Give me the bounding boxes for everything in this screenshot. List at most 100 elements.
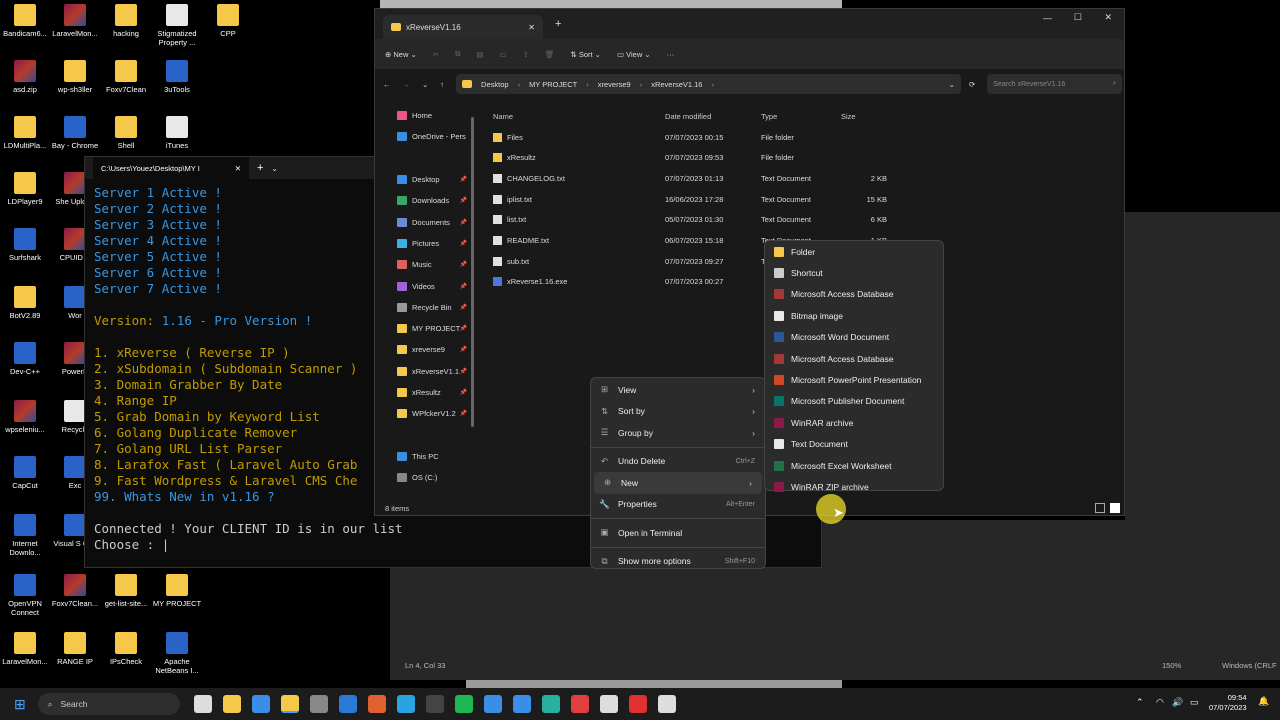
context-menu-item[interactable]: 🔧 Properties Alt+Enter: [591, 494, 765, 516]
new-submenu-item[interactable]: Microsoft PowerPoint Presentation: [765, 369, 943, 390]
nav-item[interactable]: OS (C:): [375, 467, 475, 488]
desktop-icon[interactable]: Shell: [101, 116, 151, 150]
new-submenu-item[interactable]: Text Document: [765, 434, 943, 455]
context-menu-item[interactable]: ⊞ View ›: [591, 379, 765, 401]
desktop-icon[interactable]: MY PROJECT: [152, 574, 202, 608]
todo-icon[interactable]: [512, 695, 531, 713]
new-submenu-item[interactable]: Microsoft Access Database: [765, 348, 943, 369]
back-icon[interactable]: ←: [383, 80, 391, 89]
desktop-icon[interactable]: hacking: [101, 4, 151, 38]
nav-item[interactable]: xReverseV1.1 📌: [375, 361, 475, 382]
new-tab-icon[interactable]: +: [257, 162, 263, 174]
view-button[interactable]: ▭ View ⌄: [617, 50, 651, 59]
new-submenu-item[interactable]: Folder: [765, 241, 943, 262]
task-view-icon[interactable]: [193, 695, 212, 713]
close-window-icon[interactable]: ✕: [1104, 12, 1112, 23]
vscode-icon[interactable]: [338, 695, 357, 713]
new-submenu-item[interactable]: WinRAR archive: [765, 412, 943, 433]
file-row[interactable]: xResultz 07/07/2023 09:53 File folder: [493, 148, 887, 168]
minimize-icon[interactable]: —: [1043, 13, 1052, 23]
desktop-icon[interactable]: Apache NetBeans I...: [152, 632, 202, 675]
tray-chevron-icon[interactable]: ⌃: [1136, 697, 1144, 708]
desktop-icon[interactable]: Surfshark: [0, 228, 50, 262]
address-dropdown-icon[interactable]: ⌄: [949, 80, 955, 89]
file-row[interactable]: CHANGELOG.txt 07/07/2023 01:13 Text Docume…: [493, 168, 887, 188]
copy-icon[interactable]: ⧉: [455, 49, 460, 59]
desktop-icon[interactable]: get-list-site...: [101, 574, 151, 608]
paste-icon[interactable]: ▤: [476, 50, 483, 59]
nav-item[interactable]: Pictures 📌: [375, 233, 475, 254]
more-button[interactable]: ···: [667, 50, 675, 59]
desktop-icon[interactable]: OpenVPN Connect: [0, 574, 50, 617]
close-icon[interactable]: ✕: [528, 23, 535, 32]
taskbar-search[interactable]: ⌕ Search: [37, 693, 180, 715]
app-icon[interactable]: [309, 695, 328, 713]
nav-item[interactable]: Downloads 📌: [375, 190, 475, 211]
forward-icon[interactable]: →: [403, 80, 411, 89]
column-header[interactable]: Name: [493, 112, 513, 121]
file-row[interactable]: iplist.txt 16/06/2023 17:28 Text Document 1…: [493, 189, 887, 209]
new-submenu-item[interactable]: Shortcut: [765, 262, 943, 283]
new-submenu-item[interactable]: Microsoft Excel Worksheet: [765, 455, 943, 476]
record-icon[interactable]: [628, 695, 647, 713]
refresh-icon[interactable]: ⟳: [969, 80, 975, 89]
desktop-icon[interactable]: Foxv7Clean...: [50, 574, 100, 608]
desktop-icon[interactable]: RANGE IP: [50, 632, 100, 666]
desktop-icon[interactable]: Bay - Chrome: [50, 116, 100, 150]
share-icon[interactable]: ⇪: [523, 50, 529, 59]
breadcrumb-item[interactable]: xreverse9: [598, 80, 631, 89]
desktop-icon[interactable]: LDMultiPla...: [0, 116, 50, 150]
desktop-icon[interactable]: CapCut: [0, 456, 50, 490]
file-row[interactable]: list.txt 05/07/2023 01:30 Text Document 6 K…: [493, 210, 887, 230]
desktop-icon[interactable]: Dev-C++: [0, 342, 50, 376]
desktop-icon[interactable]: iTunes: [152, 116, 202, 150]
delete-icon[interactable]: 🗑: [545, 50, 555, 59]
spotify-icon[interactable]: [454, 695, 473, 713]
edge-icon[interactable]: [541, 695, 560, 713]
store-icon[interactable]: [251, 695, 270, 713]
new-submenu-item[interactable]: WinRAR ZIP archive: [765, 476, 943, 497]
desktop-icon[interactable]: asd.zip: [0, 60, 50, 94]
desktop-icon[interactable]: LaravelMon...: [0, 632, 50, 666]
new-submenu-item[interactable]: Microsoft Publisher Document: [765, 391, 943, 412]
chrome-icon[interactable]: [570, 695, 589, 713]
notepad-icon[interactable]: [599, 695, 618, 713]
desktop-icon[interactable]: Stigmatized Property ...: [152, 4, 202, 47]
file-row[interactable]: Files 07/07/2023 00:15 File folder: [493, 127, 887, 147]
column-header[interactable]: Type: [761, 112, 777, 121]
column-header[interactable]: Size: [841, 112, 856, 121]
desktop-icon[interactable]: CPP: [203, 4, 253, 38]
wifi-icon[interactable]: ◠: [1156, 697, 1164, 708]
context-menu-item[interactable]: ⇅ Sort by ›: [591, 401, 765, 423]
nav-item[interactable]: xreverse9 📌: [375, 339, 475, 360]
desktop-icon[interactable]: IPsCheck: [101, 632, 151, 666]
new-button[interactable]: ⊕ New ⌄: [385, 50, 417, 59]
nav-item[interactable]: OneDrive - Pers: [375, 126, 475, 147]
desktop-icon[interactable]: wp-sh3ller: [50, 60, 100, 94]
explorer-tab[interactable]: xReverseV1.16 ✕: [383, 15, 543, 39]
mail-icon[interactable]: [483, 695, 502, 713]
maximize-icon[interactable]: ☐: [1074, 12, 1082, 23]
breadcrumb-item[interactable]: Desktop: [481, 80, 509, 89]
desktop-icon[interactable]: LDPlayer9: [0, 172, 50, 206]
nav-item[interactable]: Desktop 📌: [375, 169, 475, 190]
volume-icon[interactable]: 🔊: [1172, 697, 1183, 708]
desktop-icon[interactable]: Bandicam6...: [0, 4, 50, 38]
desktop-icon[interactable]: LaravelMon...: [50, 4, 100, 38]
desktop-icon[interactable]: wpseleniu...: [0, 400, 50, 434]
context-menu-item[interactable]: ↶ Undo Delete Ctrl+Z: [591, 451, 765, 473]
desktop-icon[interactable]: 3uTools: [152, 60, 202, 94]
nav-item[interactable]: Music 📌: [375, 254, 475, 275]
terminal-icon[interactable]: [425, 695, 444, 713]
sort-button[interactable]: ⇅ Sort ⌄: [570, 50, 601, 59]
address-bar[interactable]: Desktop › MY PROJECT › xreverse9 › xReverseV1.…: [456, 74, 962, 94]
nav-item[interactable]: WPfckerV1.2 📌: [375, 403, 475, 424]
folder-icon[interactable]: [280, 695, 299, 713]
nav-item[interactable]: This PC: [375, 446, 475, 467]
telegram-icon[interactable]: [396, 695, 415, 713]
context-menu-item[interactable]: ⧉ Show more options Shift+F10: [591, 551, 765, 573]
nav-item[interactable]: Recycle Bin 📌: [375, 297, 475, 318]
tiles-view-icon[interactable]: [1110, 503, 1120, 513]
app-icon[interactable]: [367, 695, 386, 713]
nav-item[interactable]: MY PROJECT 📌: [375, 318, 475, 339]
